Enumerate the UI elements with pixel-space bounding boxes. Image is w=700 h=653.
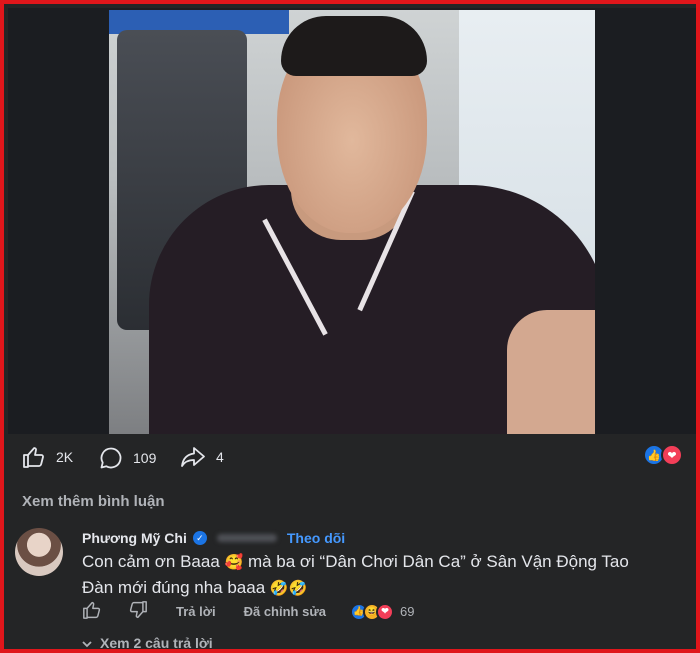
avatar[interactable]	[15, 528, 63, 576]
blurred-text	[216, 534, 277, 542]
comment-count: 109	[133, 450, 157, 466]
like-count: 2K	[56, 449, 74, 465]
photo-hair	[281, 16, 427, 76]
share-arrow-icon	[180, 446, 206, 468]
comment-dislike-icon[interactable]	[128, 601, 148, 622]
post-frame: 2K 109 4 👍 ❤ Xem thêm bình luận Phương M…	[0, 0, 700, 653]
rofl-emoji-icon: 🤣🤣	[269, 580, 308, 598]
comment-text-part1: Con cảm ơn Baaa	[82, 552, 220, 571]
view-replies-link[interactable]: Xem 2 câu trả lời	[82, 635, 213, 651]
smiling-hearts-emoji-icon: 🥰	[224, 554, 244, 572]
post-reactions[interactable]: 👍 ❤	[643, 444, 687, 468]
share-action[interactable]: 4	[180, 446, 224, 468]
comment-action[interactable]: 109	[99, 446, 156, 470]
follow-button[interactable]: Theo dõi	[287, 530, 345, 546]
love-reaction-icon: ❤	[375, 602, 394, 621]
thumbs-up-icon	[22, 446, 46, 468]
edited-label: Đã chỉnh sửa	[243, 604, 326, 619]
verified-badge-icon: ✓	[192, 531, 207, 545]
comment-action-bar: Trả lời Đã chỉnh sửa 👍 😆 ❤ 69	[82, 601, 414, 622]
reply-button[interactable]: Trả lời	[176, 604, 216, 619]
post-media[interactable]	[8, 8, 696, 434]
photo-arm	[507, 310, 595, 434]
comment-bubble-icon	[99, 446, 123, 470]
post-photo[interactable]	[109, 10, 595, 434]
share-count: 4	[216, 449, 224, 465]
comment-author[interactable]: Phương Mỹ Chi	[82, 530, 187, 546]
comment-reaction-count: 69	[399, 604, 415, 619]
comment-text: Con cảm ơn Baaa 🥰 mà ba ơi “Dân Chơi Dân…	[82, 549, 662, 601]
chevron-down-icon	[82, 635, 92, 649]
view-more-comments-link[interactable]: Xem thêm bình luận	[22, 493, 165, 510]
post-action-bar: 2K 109 4 👍 ❤	[8, 434, 696, 480]
like-action[interactable]: 2K	[22, 446, 73, 468]
view-replies-label: Xem 2 câu trả lời	[100, 635, 213, 651]
comment-reactions[interactable]: 👍 😆 ❤	[349, 602, 394, 621]
love-reaction-icon: ❤	[661, 444, 683, 466]
comment-header: Phương Mỹ Chi ✓ Theo dõi	[82, 530, 345, 546]
comment-like-icon[interactable]	[82, 601, 102, 622]
